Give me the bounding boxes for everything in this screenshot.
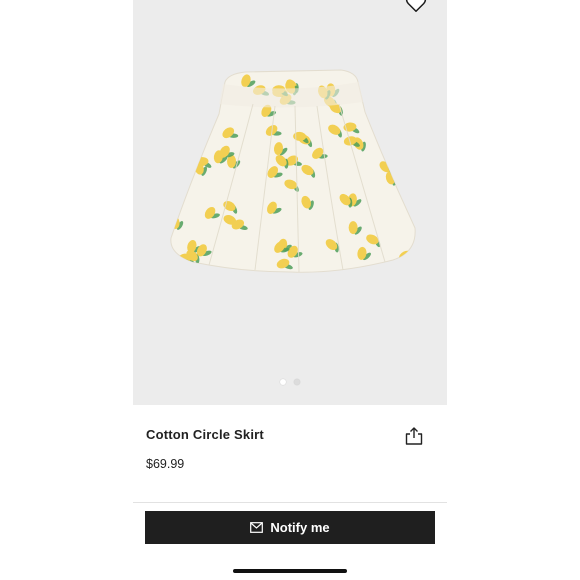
- product-info: Cotton Circle Skirt $69.99: [133, 405, 447, 502]
- product-image: [170, 69, 416, 273]
- product-title: Cotton Circle Skirt: [146, 427, 264, 442]
- share-icon[interactable]: [404, 426, 424, 446]
- pagination-dot-active[interactable]: [280, 379, 286, 385]
- pagination-dot[interactable]: [294, 379, 300, 385]
- mail-icon: [250, 522, 264, 533]
- notify-me-button[interactable]: Notify me: [145, 511, 435, 544]
- notify-me-label: Notify me: [270, 520, 330, 535]
- product-image-gallery[interactable]: [133, 0, 447, 405]
- heart-icon[interactable]: [405, 0, 427, 14]
- gallery-pagination[interactable]: [133, 379, 447, 385]
- screenshot-frame: Cotton Circle Skirt $69.99 Notify me: [0, 0, 580, 580]
- divider: [133, 502, 447, 503]
- product-screen: Cotton Circle Skirt $69.99 Notify me: [133, 0, 447, 580]
- home-indicator[interactable]: [233, 569, 347, 573]
- product-price: $69.99: [146, 457, 185, 471]
